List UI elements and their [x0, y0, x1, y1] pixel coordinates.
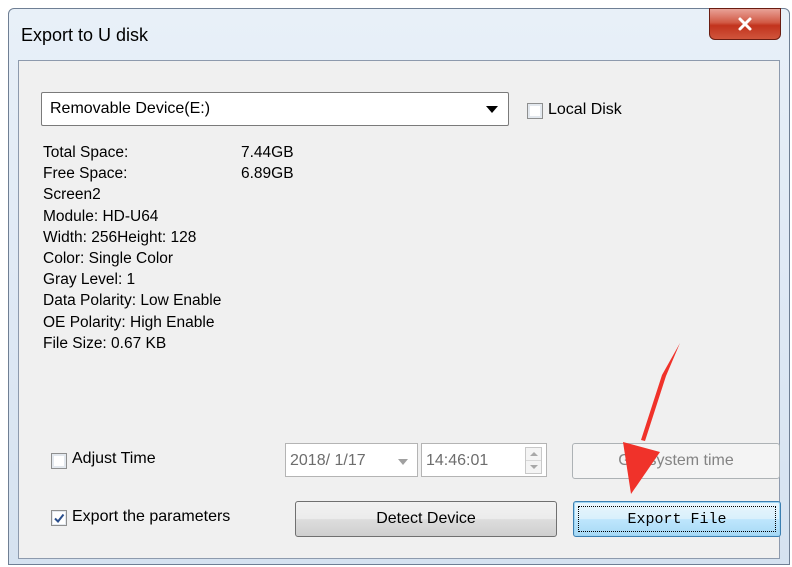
export-dialog: Export to U disk Removable Device(E:) Lo… — [8, 8, 790, 565]
free-space-value: 6.89GB — [241, 165, 294, 183]
device-info: Total Space: 7.44GB Free Space: 6.89GB S… — [43, 142, 294, 354]
spinner-divider — [526, 460, 541, 461]
local-disk-checkbox[interactable] — [527, 103, 543, 119]
close-icon — [738, 17, 752, 31]
date-picker[interactable]: 2018/ 1/17 — [285, 443, 418, 477]
get-system-time-button[interactable]: Get system time — [572, 443, 780, 479]
dialog-body: Removable Device(E:) Local Disk Total Sp… — [18, 60, 781, 559]
device-select-value: Removable Device(E:) — [50, 100, 211, 117]
total-space-value: 7.44GB — [241, 144, 294, 161]
dialog-title: Export to U disk — [21, 25, 149, 45]
screen-name: Screen2 — [43, 186, 101, 204]
color-info: Color: Single Color — [43, 249, 174, 267]
free-space-label: Free Space: — [43, 165, 128, 183]
oe-polarity-info: OE Polarity: High Enable — [43, 313, 215, 331]
device-select[interactable]: Removable Device(E:) — [41, 92, 509, 126]
spinner-down-icon[interactable] — [530, 465, 538, 469]
adjust-time-label: Adjust Time — [72, 450, 156, 467]
module-info: Module: HD-U64 — [43, 207, 159, 225]
spinner-up-icon[interactable] — [530, 452, 538, 456]
total-space-row: Total Space: 7.44GB — [43, 142, 294, 163]
chevron-down-icon — [486, 106, 498, 113]
date-value: 2018/ 1/17 — [290, 452, 366, 469]
time-value: 14:46:01 — [426, 452, 489, 469]
export-file-button[interactable]: Export File — [573, 501, 781, 537]
size-info: Width: 256Height: 128 — [43, 228, 197, 246]
adjust-time-checkbox[interactable] — [51, 453, 67, 469]
export-parameters-label: Export the parameters — [72, 508, 231, 525]
export-parameters-checkbox[interactable] — [51, 510, 67, 526]
checkmark-icon — [54, 513, 65, 524]
title-bar[interactable]: Export to U disk — [9, 8, 789, 59]
gray-level-info: Gray Level: 1 — [43, 271, 136, 289]
focus-rectangle — [578, 506, 776, 532]
get-system-time-label: Get system time — [618, 452, 734, 469]
detect-device-label: Detect Device — [376, 510, 476, 527]
file-size-info: File Size: 0.67 KB — [43, 334, 167, 352]
free-space-row: Free Space: 6.89GB — [43, 163, 294, 184]
chevron-down-icon — [398, 459, 408, 465]
data-polarity-info: Data Polarity: Low Enable — [43, 292, 222, 310]
total-space-label: Total Space: — [43, 144, 129, 161]
close-button[interactable] — [709, 8, 781, 40]
time-spinner[interactable] — [525, 447, 542, 474]
detect-device-button[interactable]: Detect Device — [295, 501, 557, 537]
time-picker[interactable]: 14:46:01 — [421, 443, 547, 477]
local-disk-label: Local Disk — [548, 101, 622, 118]
